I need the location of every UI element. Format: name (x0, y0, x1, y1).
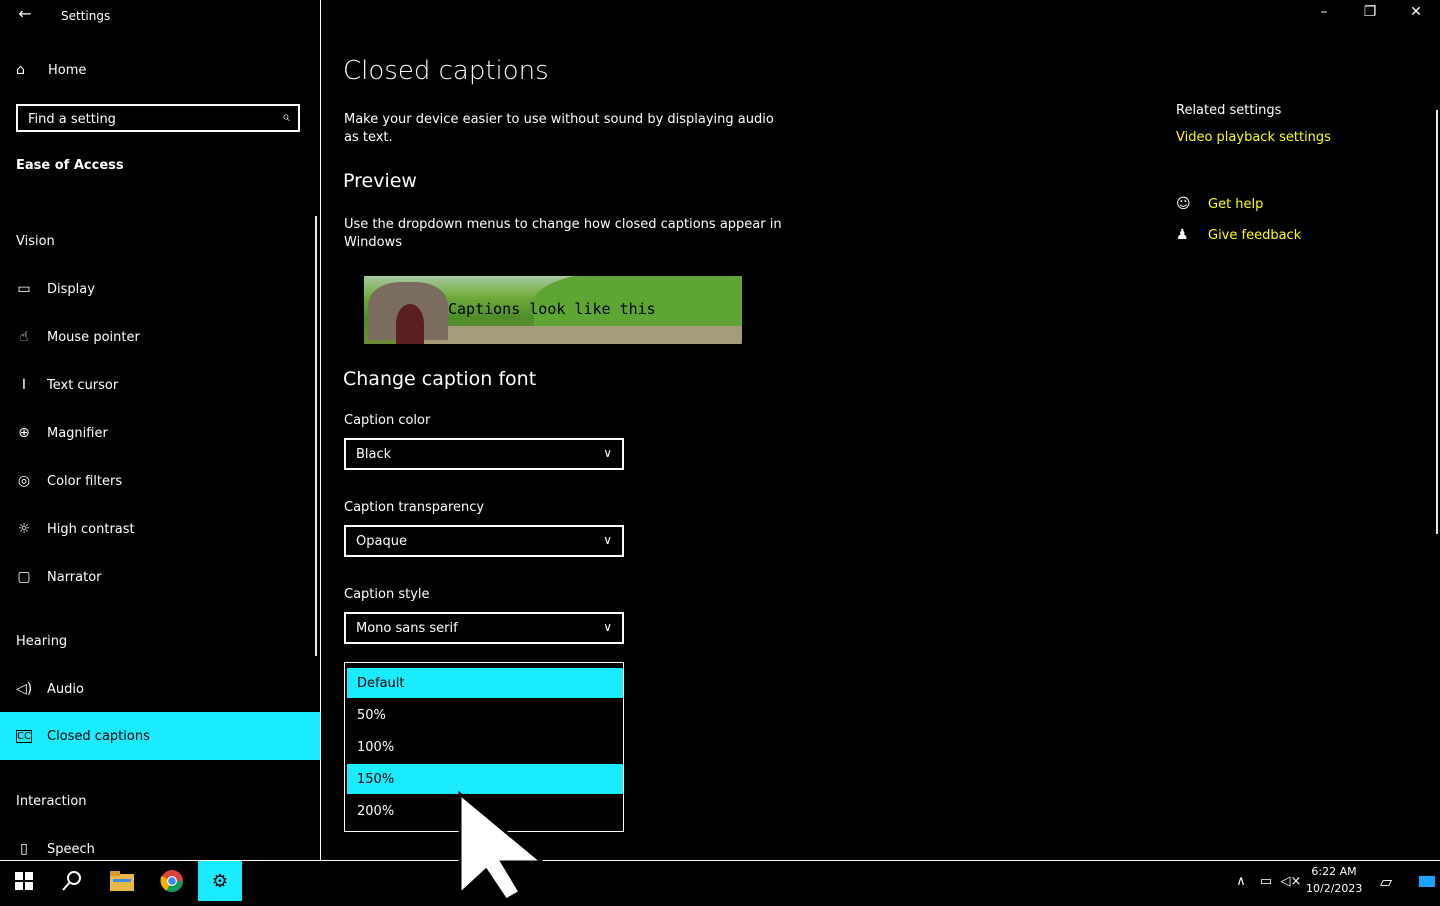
window-title: Settings (61, 9, 111, 23)
sidebar-item-label: Speech (47, 841, 95, 857)
sidebar-home[interactable]: ⌂ Home (16, 62, 86, 78)
preview-heading: Preview (343, 170, 417, 192)
house-shape (368, 282, 448, 344)
color-filters-icon: ◎ (17, 473, 31, 489)
clock[interactable]: 6:22 AM 10/2/2023 (1306, 863, 1362, 897)
notifications-icon[interactable]: ▱ (1372, 861, 1400, 901)
dropdown-option-100[interactable]: 100% (347, 732, 623, 762)
sidebar-item-label: Closed captions (47, 728, 150, 744)
sidebar-item-magnifier[interactable]: ⊕ Magnifier (0, 409, 320, 457)
clock-date: 10/2/2023 (1306, 882, 1363, 895)
settings-gear-icon[interactable]: ⚙ (198, 861, 242, 901)
close-button[interactable]: ✕ (1400, 4, 1432, 26)
narrator-icon: ▢ (17, 569, 31, 585)
caption-transparency-select[interactable]: Opaque ∨ (344, 525, 624, 557)
sidebar-item-label: Color filters (47, 473, 123, 489)
volume-muted-icon[interactable]: ◁× (1280, 861, 1302, 901)
show-desktop-icon[interactable] (1414, 861, 1440, 901)
caption-color-select[interactable]: Black ∨ (344, 438, 624, 470)
speaker-icon: ◁) (16, 681, 33, 697)
chevron-down-icon: ∨ (603, 533, 612, 547)
mouse-cursor-icon (456, 790, 552, 906)
sidebar-item-label: Narrator (47, 569, 102, 585)
group-header-vision: Vision (16, 234, 55, 249)
home-icon: ⌂ (16, 62, 25, 78)
sidebar-item-label: High contrast (47, 521, 135, 537)
restore-button[interactable]: ❐ (1354, 4, 1386, 26)
sidebar-item-mouse-pointer[interactable]: ☝ Mouse pointer (0, 313, 320, 361)
network-icon[interactable]: ▭ (1254, 861, 1278, 901)
sidebar-item-label: Text cursor (47, 377, 119, 393)
caption-transparency-value: Opaque (356, 533, 407, 549)
minimize-button[interactable]: – (1308, 4, 1340, 26)
dropdown-option-50[interactable]: 50% (347, 700, 623, 730)
sidebar-item-closed-captions[interactable]: CC Closed captions (0, 712, 320, 760)
magnifier-icon: ⊕ (18, 425, 30, 441)
page-title: Closed captions (343, 56, 549, 86)
search-icon[interactable]: ⌕ (282, 109, 290, 125)
start-windows-icon[interactable] (2, 861, 46, 901)
video-playback-link[interactable]: Video playback settings (1176, 130, 1331, 145)
sidebar-item-audio[interactable]: ◁) Audio (0, 665, 320, 713)
sidebar-scrollbar[interactable] (315, 216, 317, 656)
high-contrast-icon: ☼ (17, 521, 31, 537)
back-arrow-icon[interactable]: ← (14, 4, 36, 26)
preview-caption-text: Captions look like this (448, 300, 656, 318)
chevron-up-icon[interactable]: ∧ (1230, 861, 1252, 901)
feedback-person-icon: ♟ (1176, 227, 1189, 243)
text-cursor-icon: I (21, 377, 27, 393)
sidebar-item-display[interactable]: ▭ Display (0, 265, 320, 313)
caption-style-label: Caption style (344, 587, 430, 602)
closed-captions-icon: CC (16, 729, 32, 743)
give-feedback-row[interactable]: ♟ Give feedback (1176, 227, 1301, 243)
dropdown-option-default[interactable]: Default (347, 668, 623, 698)
sidebar-item-label: Mouse pointer (47, 329, 140, 345)
sidebar-item-text-cursor[interactable]: I Text cursor (0, 361, 320, 409)
give-feedback-link[interactable]: Give feedback (1208, 228, 1301, 243)
group-header-hearing: Hearing (16, 634, 68, 649)
search-icon[interactable] (50, 861, 94, 901)
caption-color-value: Black (356, 446, 392, 462)
caption-preview-image: Captions look like this (364, 276, 742, 344)
chat-help-icon: ☺ (1176, 196, 1191, 212)
search-input[interactable] (18, 106, 270, 132)
related-settings-title: Related settings (1176, 103, 1282, 118)
main-scrollbar[interactable] (1436, 110, 1438, 534)
sidebar-item-label: Display (47, 281, 95, 297)
home-label: Home (48, 62, 87, 78)
caption-color-label: Caption color (344, 413, 431, 428)
caption-transparency-label: Caption transparency (344, 500, 485, 515)
preview-description: Use the dropdown menus to change how clo… (344, 217, 782, 250)
taskbar: ⚙ ∧ ▭ ◁× 6:22 AM 10/2/2023 ▱ (0, 860, 1440, 901)
sidebar-item-label: Audio (47, 681, 84, 697)
clock-time: 6:22 AM (1311, 865, 1357, 878)
section-title: Ease of Access (16, 158, 124, 173)
door-shape (396, 304, 424, 344)
intro-text: Make your device easier to use without s… (344, 112, 774, 145)
sidebar: ← Settings ⌂ Home ⌕ Ease of Access Visio… (0, 0, 321, 860)
sidebar-item-high-contrast[interactable]: ☼ High contrast (0, 505, 320, 553)
get-help-link[interactable]: Get help (1208, 197, 1263, 212)
get-help-row[interactable]: ☺ Get help (1176, 196, 1263, 212)
font-heading: Change caption font (343, 368, 537, 390)
sidebar-item-label: Magnifier (47, 425, 108, 441)
sidebar-item-color-filters[interactable]: ◎ Color filters (0, 457, 320, 505)
monitor-icon: ▭ (17, 281, 31, 297)
chevron-down-icon: ∨ (603, 446, 612, 460)
file-explorer-icon[interactable] (100, 861, 144, 901)
group-header-interaction: Interaction (16, 794, 87, 809)
mouse-pointer-icon: ☝ (19, 329, 29, 345)
sidebar-item-narrator[interactable]: ▢ Narrator (0, 553, 320, 601)
search-box[interactable]: ⌕ (16, 104, 300, 132)
chevron-down-icon: ∨ (603, 620, 612, 634)
caption-style-select[interactable]: Mono sans serif ∨ (344, 612, 624, 644)
path-shape (420, 326, 742, 344)
microphone-icon: ▯ (20, 841, 28, 857)
caption-style-value: Mono sans serif (356, 620, 458, 636)
chrome-icon[interactable] (150, 861, 194, 901)
